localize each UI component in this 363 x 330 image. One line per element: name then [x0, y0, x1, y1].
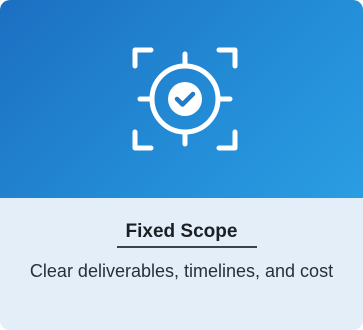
card-title: Fixed Scope — [125, 221, 238, 242]
card-body: Fixed Scope Clear deliverables, timeline… — [0, 198, 363, 330]
card-description: Clear deliverables, timelines, and cost — [29, 261, 334, 281]
title-underline — [117, 246, 257, 248]
card-hero — [0, 0, 363, 198]
fixed-scope-card: Fixed Scope Clear deliverables, timeline… — [0, 0, 363, 330]
target-check-icon — [132, 47, 238, 151]
